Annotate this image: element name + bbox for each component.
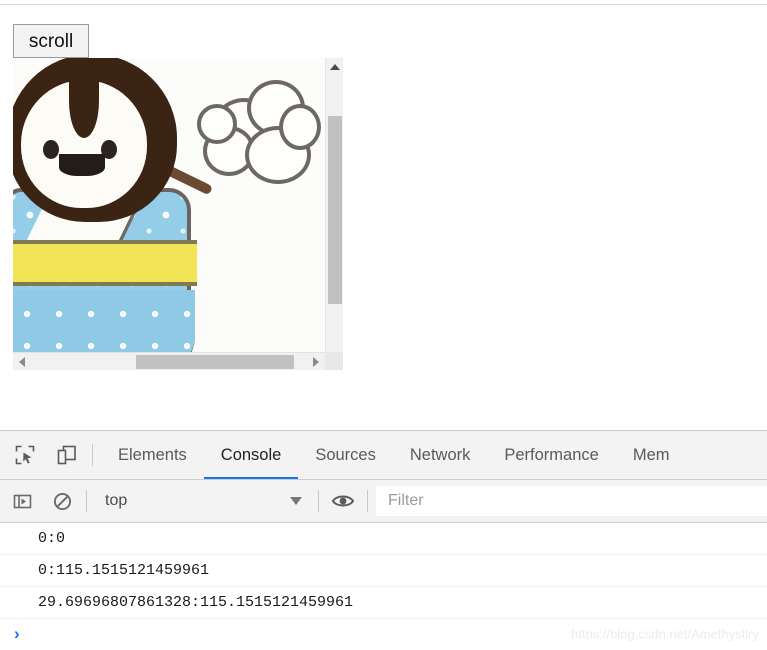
- console-message-text: 29.69696807861328:115.1515121459961: [38, 594, 354, 611]
- chevron-down-icon: [290, 497, 302, 505]
- toolbar-divider-3: [367, 490, 368, 512]
- console-sidebar-toggle-icon: [13, 494, 31, 508]
- tab-performance[interactable]: Performance: [487, 431, 615, 479]
- inspect-element-button[interactable]: [8, 438, 42, 472]
- scroll-left-arrow[interactable]: [13, 353, 31, 371]
- execution-context-value: top: [105, 492, 128, 509]
- scroll-right-arrow[interactable]: [307, 353, 325, 371]
- toolbar-divider-2: [318, 490, 319, 512]
- console-toolbar: top: [0, 480, 767, 523]
- eye-icon: [331, 495, 355, 507]
- obi-sash: [13, 240, 197, 286]
- tab-memory[interactable]: Mem: [616, 431, 687, 479]
- device-toolbar-icon: [57, 445, 76, 465]
- vertical-scrollbar-thumb[interactable]: [328, 116, 342, 304]
- screenshot-root: scroll Elements Console Sources Network …: [0, 0, 767, 650]
- scroll-button-label: scroll: [28, 30, 74, 52]
- console-message-row[interactable]: 0:115.1515121459961: [0, 555, 767, 587]
- penguin-head: [13, 58, 177, 222]
- scrollbar-corner: [325, 352, 343, 370]
- thought-bubble-icon: [197, 70, 323, 194]
- inspect-element-icon: [15, 445, 35, 465]
- tab-console-label: Console: [220, 445, 282, 464]
- scroll-up-arrow[interactable]: [326, 58, 343, 76]
- triangle-left-icon: [19, 357, 25, 367]
- tab-network[interactable]: Network: [393, 431, 488, 479]
- console-sidebar-toggle-button[interactable]: [6, 487, 38, 515]
- tab-memory-label: Mem: [632, 445, 670, 464]
- tab-console[interactable]: Console: [203, 431, 299, 479]
- tab-elements[interactable]: Elements: [101, 431, 204, 479]
- console-message-list: 0:0 0:115.1515121459961 29.6969680786132…: [0, 523, 767, 649]
- clear-console-button[interactable]: [46, 487, 78, 515]
- penguin-illustration: [13, 58, 325, 370]
- live-expression-button[interactable]: [327, 487, 359, 515]
- tab-sources[interactable]: Sources: [298, 431, 393, 479]
- console-message-row[interactable]: 29.69696807861328:115.1515121459961: [0, 587, 767, 619]
- device-toolbar-button[interactable]: [50, 438, 84, 472]
- execution-context-select[interactable]: top: [95, 487, 310, 515]
- tab-network-label: Network: [409, 445, 471, 464]
- console-message-row[interactable]: 0:0: [0, 523, 767, 555]
- penguin-beak: [59, 154, 105, 176]
- prompt-caret-icon: ›: [14, 624, 20, 643]
- toolbar-divider-1: [86, 490, 87, 512]
- horizontal-scrollbar[interactable]: [13, 352, 325, 371]
- clear-console-icon: [53, 492, 71, 510]
- console-message-text: 0:0: [38, 530, 66, 547]
- penguin-forehead-marking: [69, 64, 99, 138]
- watermark-text: https://blog.csdn.net/Amethystlry: [571, 626, 759, 642]
- horizontal-scrollbar-thumb[interactable]: [136, 355, 294, 369]
- tab-performance-label: Performance: [504, 445, 599, 464]
- scrollable-image-container[interactable]: [13, 58, 343, 389]
- penguin-eye-left: [43, 140, 59, 159]
- scroll-button[interactable]: scroll: [13, 24, 89, 58]
- image-viewport: [13, 58, 325, 370]
- triangle-up-icon: [330, 64, 340, 70]
- filter-input[interactable]: [376, 486, 767, 516]
- triangle-right-icon: [313, 357, 319, 367]
- devtools-panel: Elements Console Sources Network Perform…: [0, 430, 767, 650]
- devtools-tabbar: Elements Console Sources Network Perform…: [0, 431, 767, 480]
- console-prompt-row[interactable]: › https://blog.csdn.net/Amethystlry: [0, 619, 767, 649]
- vertical-scrollbar[interactable]: [325, 58, 343, 370]
- container-bottom-strip: [13, 370, 343, 389]
- tab-sources-label: Sources: [315, 445, 376, 464]
- tabbar-divider: [92, 444, 93, 466]
- page-top-divider: [0, 4, 767, 5]
- tab-elements-label: Elements: [118, 445, 187, 464]
- console-message-text: 0:115.1515121459961: [38, 562, 210, 579]
